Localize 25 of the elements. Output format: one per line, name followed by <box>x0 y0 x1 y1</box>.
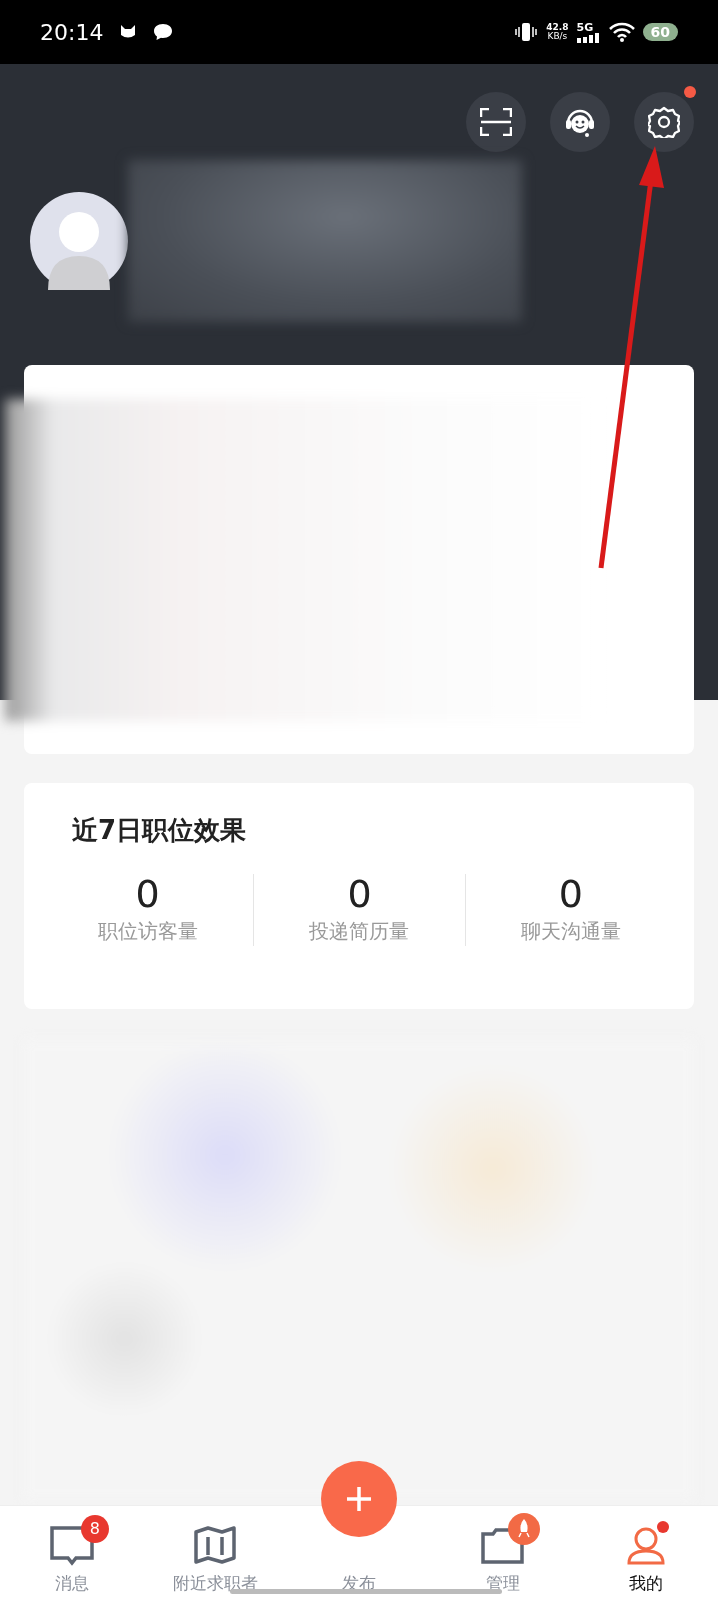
wifi-icon <box>608 22 635 42</box>
scan-icon <box>480 108 512 136</box>
chat-icon <box>153 23 174 41</box>
plus-icon <box>345 1485 373 1513</box>
stat-value: 0 <box>558 874 583 916</box>
stat-label: 职位访客量 <box>97 917 198 945</box>
stat-value: 0 <box>135 874 160 916</box>
map-icon <box>192 1524 239 1567</box>
network-speed: 42.8 <box>546 23 569 32</box>
speed-unit: KB/s <box>546 32 569 41</box>
cat-icon <box>119 25 138 39</box>
network-type: 5G <box>576 21 595 33</box>
tab-item[interactable]: 8 消息 <box>0 1506 144 1600</box>
battery-level: 60 <box>642 23 678 41</box>
settings-icon <box>648 106 680 138</box>
unread-badge: 8 <box>80 1514 109 1543</box>
vibrate-icon <box>514 22 539 42</box>
rocket-badge-icon <box>507 1512 540 1545</box>
card-title: 近7日职位效果 <box>72 814 248 847</box>
stat-label: 投递简历量 <box>309 917 410 945</box>
stat-label: 聊天沟通量 <box>520 917 621 945</box>
stat-value: 0 <box>347 874 372 916</box>
tab-item[interactable]: 我的 <box>574 1506 718 1600</box>
status-time: 20:14 <box>40 18 104 47</box>
signal-icon <box>576 32 601 43</box>
